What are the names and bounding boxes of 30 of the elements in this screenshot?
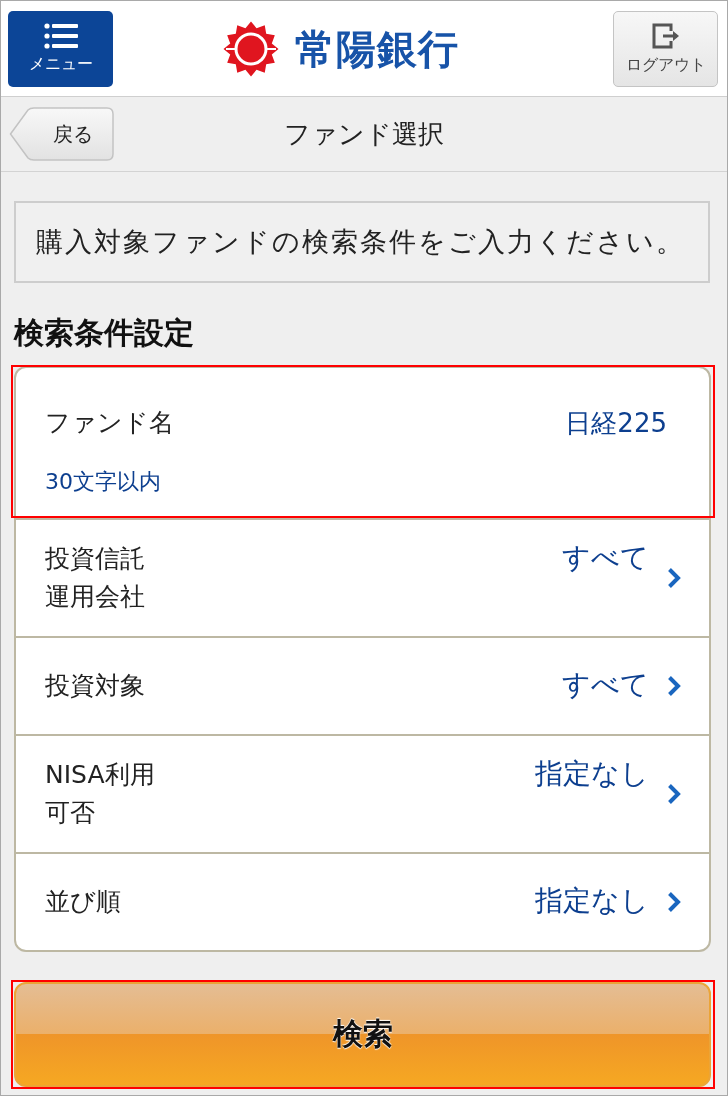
condition-row[interactable]: 投資信託運用会社 すべて [16,520,709,638]
menu-button[interactable]: メニュー [8,10,113,87]
chevron-right-icon [667,891,681,913]
condition-value: すべて [562,667,649,703]
chevron-right-icon [667,567,681,589]
condition-label: NISA利用可否 [45,759,156,829]
condition-row[interactable]: 並び順 指定なし [16,854,709,950]
field-note: 30文字以内 [45,468,161,496]
condition-label: 投資信託運用会社 [45,543,146,613]
condition-value: 指定なし [535,883,649,919]
search-button[interactable]: 検索 [14,982,711,1087]
logout-icon [650,21,681,50]
notice-text: 購入対象ファンドの検索条件をご入力ください。 [36,225,685,259]
bank-logo-text: 常陽銀行 [295,24,459,73]
condition-label: 並び順 [45,886,121,918]
condition-label: 投資対象 [45,670,145,702]
condition-row[interactable]: NISA利用可否 指定なし [16,736,709,854]
fund-name-field[interactable]: 日経225 [547,404,667,442]
logout-button[interactable]: ログアウト [613,10,718,87]
section-heading: 検索条件設定 [14,315,194,351]
condition-row[interactable]: 投資対象 すべて [16,638,709,736]
condition-value: すべて [562,540,649,576]
back-button[interactable]: 戻る [9,107,114,161]
page-title: ファンド選択 [284,118,444,151]
sun-emblem-icon [223,20,279,77]
menu-icon [43,22,78,49]
chevron-right-icon [667,783,681,805]
condition-value: 指定なし [535,756,649,792]
condition-label: ファンド名 [45,407,174,439]
chevron-right-icon [667,675,681,697]
